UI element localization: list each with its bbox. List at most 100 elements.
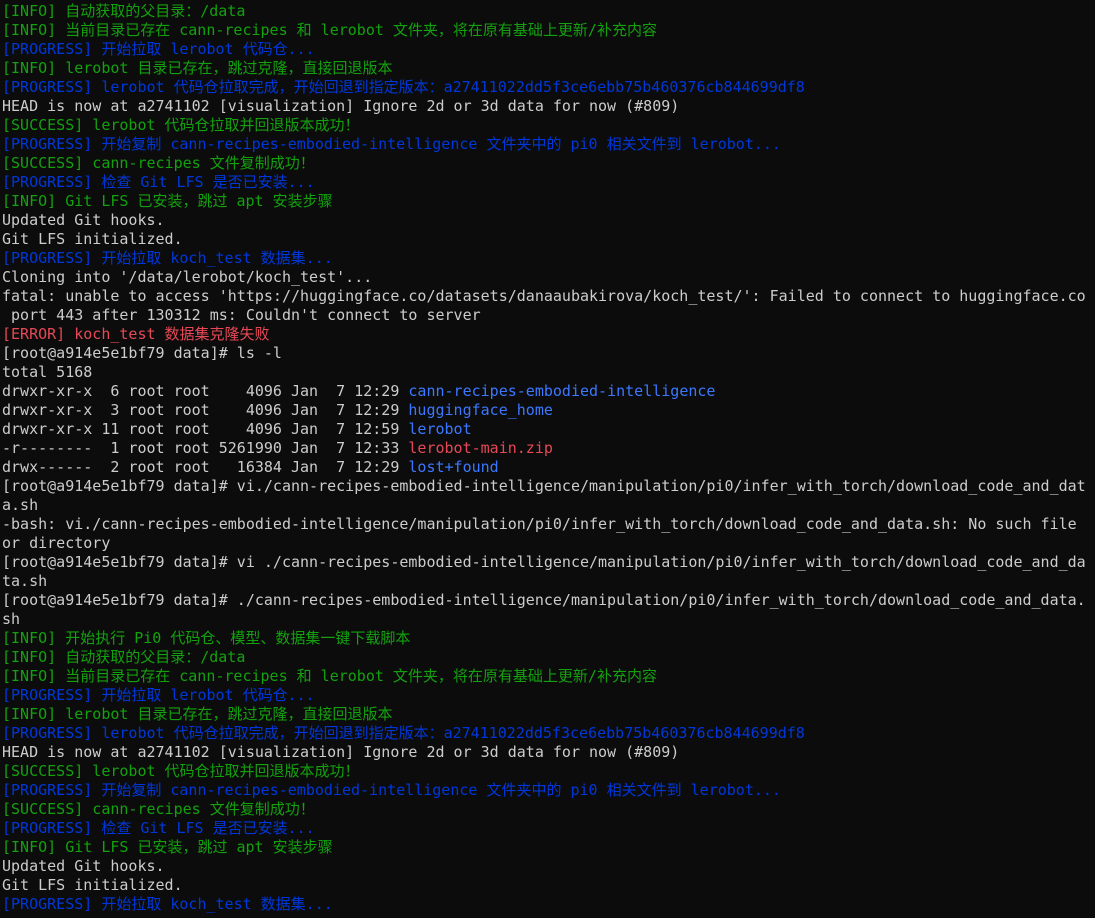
terminal-line: [root@a914e5e1bf79 data]# vi./cann-recip…: [2, 477, 1095, 496]
terminal-line: [INFO] 自动获取的父目录：/data: [2, 648, 1095, 667]
terminal-line: [PROGRESS] 开始复制 cann-recipes-embodied-in…: [2, 135, 1095, 154]
terminal-line: Cloning into '/data/lerobot/koch_test'..…: [2, 268, 1095, 287]
terminal-line-text: [PROGRESS] 开始拉取 koch_test 数据集...: [2, 249, 333, 267]
terminal-line-text: Updated Git hooks.: [2, 857, 165, 875]
terminal-line: ta.sh: [2, 572, 1095, 591]
terminal-line-text: HEAD is now at a2741102 [visualization] …: [2, 97, 680, 115]
terminal-line-text: [INFO] Git LFS 已安装，跳过 apt 安装步骤: [2, 838, 333, 856]
terminal-line-text: [SUCCESS] lerobot 代码仓拉取并回退版本成功！: [2, 762, 360, 780]
terminal-line: drwx------ 2 root root 16384 Jan 7 12:29…: [2, 458, 1095, 477]
terminal-line: [PROGRESS] 开始拉取 koch_test 数据集...: [2, 895, 1095, 914]
terminal-line-text: [ERROR] koch_test 数据集克隆失败: [2, 325, 270, 343]
terminal-line: fatal: unable to access 'https://hugging…: [2, 287, 1095, 306]
directory-entry-name: lerobot-main.zip: [408, 439, 553, 457]
terminal-line-text: [PROGRESS] lerobot 代码仓拉取完成，开始回退到指定版本：a27…: [2, 78, 805, 96]
terminal-line-text: or directory: [2, 534, 111, 552]
terminal-line-text: a.sh: [2, 496, 39, 514]
terminal-line-text: [PROGRESS] 检查 Git LFS 是否已安装...: [2, 173, 315, 191]
terminal-line: [PROGRESS] 开始拉取 lerobot 代码仓...: [2, 40, 1095, 59]
terminal-line: -r-------- 1 root root 5261990 Jan 7 12:…: [2, 439, 1095, 458]
terminal-line: [PROGRESS] 开始复制 cann-recipes-embodied-in…: [2, 781, 1095, 800]
terminal-line-text: [INFO] 开始执行 Pi0 代码仓、模型、数据集一键下载脚本: [2, 629, 411, 647]
terminal-line-text: drwx------ 2 root root 16384 Jan 7 12:29: [2, 458, 409, 476]
terminal-line-text: [PROGRESS] 开始拉取 koch_test 数据集...: [2, 895, 333, 913]
terminal-line: [root@a914e5e1bf79 data]# ls -l: [2, 344, 1095, 363]
terminal-line-text: [root@a914e5e1bf79 data]# ./cann-recipes…: [2, 591, 1086, 609]
terminal-line: [PROGRESS] lerobot 代码仓拉取完成，开始回退到指定版本：a27…: [2, 724, 1095, 743]
terminal-line-text: drwxr-xr-x 11 root root 4096 Jan 7 12:59: [2, 420, 409, 438]
terminal-line: Git LFS initialized.: [2, 230, 1095, 249]
terminal-line-text: [PROGRESS] 检查 Git LFS 是否已安装...: [2, 819, 315, 837]
terminal-line: [PROGRESS] 检查 Git LFS 是否已安装...: [2, 819, 1095, 838]
terminal-line: [root@a914e5e1bf79 data]# vi ./cann-reci…: [2, 553, 1095, 572]
terminal-line: [PROGRESS] 开始拉取 lerobot 代码仓...: [2, 686, 1095, 705]
terminal-line: Updated Git hooks.: [2, 857, 1095, 876]
directory-entry-name: cann-recipes-embodied-intelligence: [408, 382, 716, 400]
terminal-line-text: [PROGRESS] 开始复制 cann-recipes-embodied-in…: [2, 135, 781, 153]
terminal-line-text: [INFO] lerobot 目录已存在，跳过克隆，直接回退版本: [2, 59, 393, 77]
terminal-line-text: [PROGRESS] lerobot 代码仓拉取完成，开始回退到指定版本：a27…: [2, 724, 805, 742]
terminal-line: [SUCCESS] cann-recipes 文件复制成功！: [2, 800, 1095, 819]
terminal-line: Updated Git hooks.: [2, 211, 1095, 230]
terminal-line: [INFO] Git LFS 已安装，跳过 apt 安装步骤: [2, 192, 1095, 211]
terminal-line-text: fatal: unable to access 'https://hugging…: [2, 287, 1086, 305]
terminal-line: [INFO] 自动获取的父目录：/data: [2, 2, 1095, 21]
terminal-line-text: port 443 after 130312 ms: Couldn't conne…: [2, 306, 481, 324]
terminal-line: HEAD is now at a2741102 [visualization] …: [2, 743, 1095, 762]
terminal-line-text: [INFO] 当前目录已存在 cann-recipes 和 lerobot 文件…: [2, 667, 657, 685]
terminal-line: or directory: [2, 534, 1095, 553]
terminal-line-text: HEAD is now at a2741102 [visualization] …: [2, 743, 680, 761]
terminal-line-text: [PROGRESS] 开始拉取 lerobot 代码仓...: [2, 686, 315, 704]
terminal-line-text: Git LFS initialized.: [2, 876, 183, 894]
terminal-line: [ERROR] koch_test 数据集克隆失败: [2, 325, 1095, 344]
terminal-line: [INFO] Git LFS 已安装，跳过 apt 安装步骤: [2, 838, 1095, 857]
terminal-line-text: ta.sh: [2, 572, 48, 590]
terminal-line: drwxr-xr-x 6 root root 4096 Jan 7 12:29 …: [2, 382, 1095, 401]
terminal-line-text: Cloning into '/data/lerobot/koch_test'..…: [2, 268, 373, 286]
terminal-line-text: [SUCCESS] lerobot 代码仓拉取并回退版本成功！: [2, 116, 360, 134]
terminal-line-text: total 5168: [2, 363, 93, 381]
terminal-line-text: [INFO] lerobot 目录已存在，跳过克隆，直接回退版本: [2, 705, 393, 723]
terminal-line: [root@a914e5e1bf79 data]# ./cann-recipes…: [2, 591, 1095, 610]
terminal-line-text: [root@a914e5e1bf79 data]# ls -l: [2, 344, 282, 362]
directory-entry-name: huggingface_home: [408, 401, 553, 419]
terminal-line-text: [PROGRESS] 开始复制 cann-recipes-embodied-in…: [2, 781, 781, 799]
terminal-line: [SUCCESS] lerobot 代码仓拉取并回退版本成功！: [2, 116, 1095, 135]
directory-entry-name: lerobot: [408, 420, 472, 438]
terminal-line-text: -r-------- 1 root root 5261990 Jan 7 12:…: [2, 439, 409, 457]
terminal-line-text: [root@a914e5e1bf79 data]# vi ./cann-reci…: [2, 553, 1086, 571]
terminal-line: HEAD is now at a2741102 [visualization] …: [2, 97, 1095, 116]
terminal-line: [SUCCESS] cann-recipes 文件复制成功！: [2, 154, 1095, 173]
terminal-line-text: Git LFS initialized.: [2, 230, 183, 248]
terminal-line: [INFO] 开始执行 Pi0 代码仓、模型、数据集一键下载脚本: [2, 629, 1095, 648]
terminal-line-text: sh: [2, 610, 21, 628]
terminal-line-text: [root@a914e5e1bf79 data]# vi./cann-recip…: [2, 477, 1086, 495]
terminal-line: [INFO] lerobot 目录已存在，跳过克隆，直接回退版本: [2, 59, 1095, 78]
terminal-line: port 443 after 130312 ms: Couldn't conne…: [2, 306, 1095, 325]
terminal-line-text: [INFO] 当前目录已存在 cann-recipes 和 lerobot 文件…: [2, 21, 657, 39]
terminal-line-text: drwxr-xr-x 3 root root 4096 Jan 7 12:29: [2, 401, 409, 419]
terminal-line: drwxr-xr-x 3 root root 4096 Jan 7 12:29 …: [2, 401, 1095, 420]
terminal-line: Git LFS initialized.: [2, 876, 1095, 895]
terminal-line: [PROGRESS] 开始拉取 koch_test 数据集...: [2, 249, 1095, 268]
terminal-line: a.sh: [2, 496, 1095, 515]
directory-entry-name: lost+found: [408, 458, 499, 476]
terminal-window[interactable]: [INFO] 自动获取的父目录：/data [INFO] 当前目录已存在 cann…: [0, 0, 1095, 918]
terminal-line-text: -bash: vi./cann-recipes-embodied-intelli…: [2, 515, 1077, 533]
terminal-line-text: [PROGRESS] 开始拉取 lerobot 代码仓...: [2, 40, 315, 58]
terminal-line: drwxr-xr-x 11 root root 4096 Jan 7 12:59…: [2, 420, 1095, 439]
terminal-line-text: [INFO] 自动获取的父目录：/data: [2, 2, 246, 20]
terminal-line-text: Updated Git hooks.: [2, 211, 165, 229]
terminal-line: [SUCCESS] lerobot 代码仓拉取并回退版本成功！: [2, 762, 1095, 781]
terminal-line-text: [SUCCESS] cann-recipes 文件复制成功！: [2, 800, 315, 818]
terminal-line: [INFO] 当前目录已存在 cann-recipes 和 lerobot 文件…: [2, 21, 1095, 40]
terminal-line: [PROGRESS] lerobot 代码仓拉取完成，开始回退到指定版本：a27…: [2, 78, 1095, 97]
terminal-line: sh: [2, 610, 1095, 629]
terminal-line-text: [INFO] 自动获取的父目录：/data: [2, 648, 246, 666]
terminal-line: total 5168: [2, 363, 1095, 382]
terminal-line-text: drwxr-xr-x 6 root root 4096 Jan 7 12:29: [2, 382, 409, 400]
terminal-line-text: [SUCCESS] cann-recipes 文件复制成功！: [2, 154, 315, 172]
terminal-line: [INFO] 当前目录已存在 cann-recipes 和 lerobot 文件…: [2, 667, 1095, 686]
terminal-line: [INFO] lerobot 目录已存在，跳过克隆，直接回退版本: [2, 705, 1095, 724]
terminal-line: [PROGRESS] 检查 Git LFS 是否已安装...: [2, 173, 1095, 192]
